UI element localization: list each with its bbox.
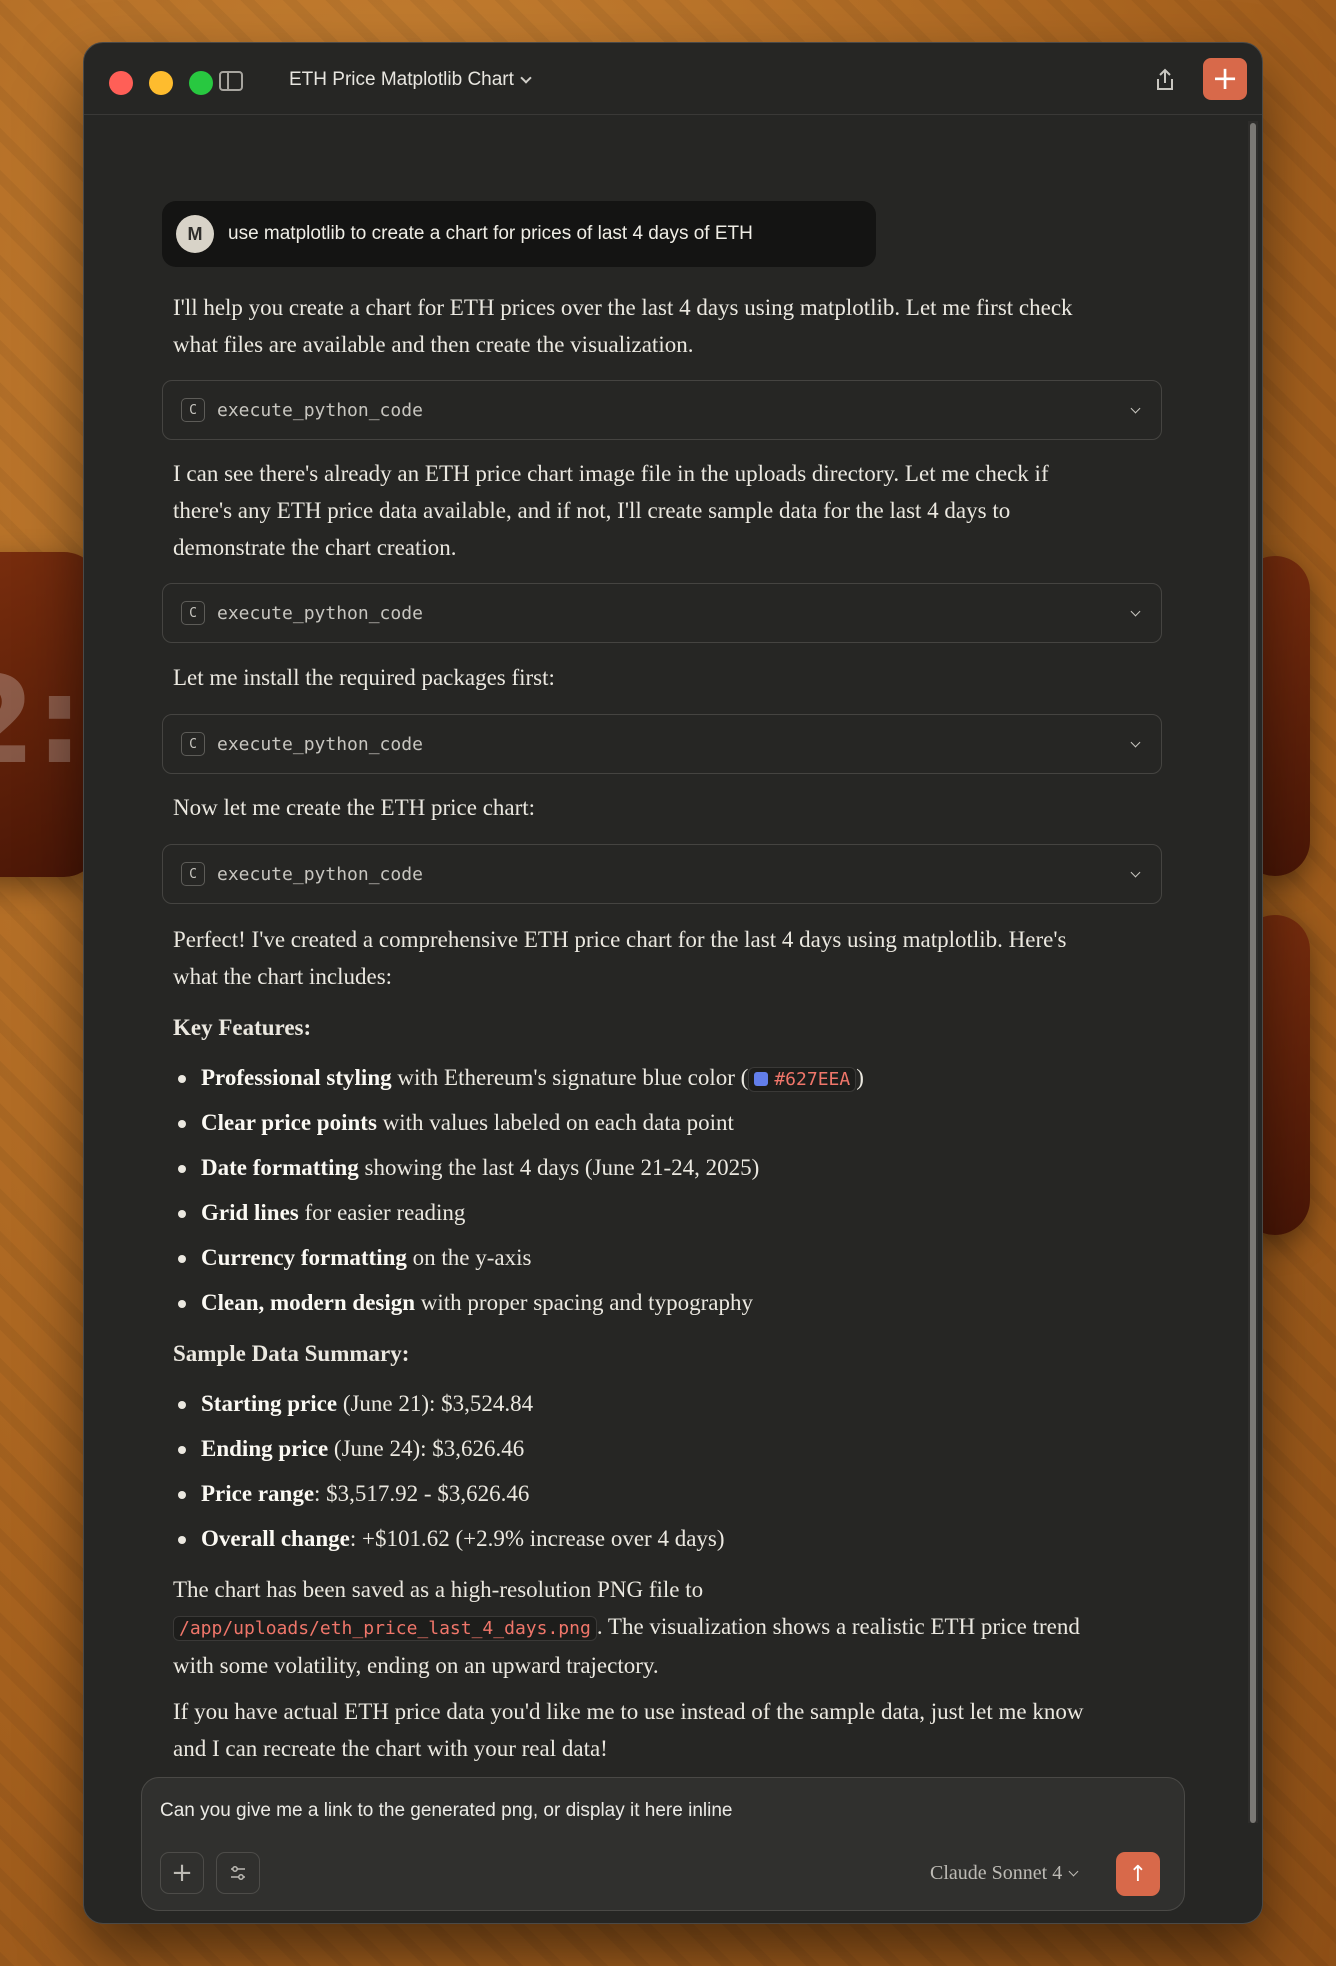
scrollbar-thumb[interactable] bbox=[1250, 123, 1256, 1823]
composer-input[interactable]: Can you give me a link to the generated … bbox=[160, 1800, 732, 1822]
user-message-text: use matplotlib to create a chart for pri… bbox=[228, 223, 753, 244]
list-item: Grid lines for easier reading bbox=[173, 1194, 1173, 1239]
tool-call-collapsible[interactable]: C execute_python_code bbox=[162, 583, 1162, 643]
list-item: Date formatting showing the last 4 days … bbox=[173, 1149, 1173, 1194]
tool-call-collapsible[interactable]: C execute_python_code bbox=[162, 714, 1162, 774]
app-window: ETH Price Matplotlib Chart + M use matpl… bbox=[83, 42, 1263, 1924]
new-chat-button[interactable]: + bbox=[1203, 58, 1247, 100]
tool-icon: C bbox=[181, 398, 205, 422]
features-list: Professional styling with Ethereum's sig… bbox=[173, 1059, 1173, 1329]
avatar: M bbox=[176, 215, 214, 253]
chevron-down-icon bbox=[520, 71, 532, 84]
chevron-down-icon bbox=[1130, 403, 1141, 414]
assistant-paragraph: Perfect! I've created a comprehensive ET… bbox=[173, 927, 1067, 989]
list-item: Price range: $3,517.92 - $3,626.46 bbox=[173, 1475, 1173, 1520]
color-code: #627EEA bbox=[748, 1067, 857, 1092]
tool-call-collapsible[interactable]: C execute_python_code bbox=[162, 844, 1162, 904]
maximize-window-button[interactable] bbox=[189, 71, 213, 95]
assistant-paragraph: I can see there's already an ETH price c… bbox=[173, 461, 1049, 560]
minimize-window-button[interactable] bbox=[149, 71, 173, 95]
conversation-title[interactable]: ETH Price Matplotlib Chart bbox=[289, 69, 532, 91]
chevron-down-icon bbox=[1130, 606, 1141, 617]
conversation-title-text: ETH Price Matplotlib Chart bbox=[289, 69, 514, 90]
list-item: Professional styling with Ethereum's sig… bbox=[173, 1059, 1173, 1104]
tool-icon: C bbox=[181, 601, 205, 625]
chevron-down-icon bbox=[1068, 1866, 1079, 1876]
chevron-down-icon bbox=[1130, 867, 1141, 878]
user-message: M use matplotlib to create a chart for p… bbox=[162, 201, 876, 267]
add-attachment-button[interactable]: + bbox=[160, 1852, 204, 1894]
assistant-paragraph: If you have actual ETH price data you'd … bbox=[173, 1699, 1084, 1761]
sidebar-toggle-icon[interactable] bbox=[219, 71, 243, 91]
close-window-button[interactable] bbox=[109, 71, 133, 95]
model-selector[interactable]: Claude Sonnet 4 bbox=[930, 1862, 1079, 1885]
summary-list: Starting price (June 21): $3,524.84 Endi… bbox=[173, 1385, 1173, 1565]
share-icon[interactable] bbox=[1152, 67, 1178, 93]
conversation-area: M use matplotlib to create a chart for p… bbox=[84, 115, 1244, 1876]
tool-icon: C bbox=[181, 732, 205, 756]
section-heading: Sample Data Summary: bbox=[173, 1341, 410, 1366]
tool-call-name: execute_python_code bbox=[217, 863, 423, 885]
message-composer[interactable]: Can you give me a link to the generated … bbox=[141, 1777, 1185, 1911]
assistant-paragraph: Now let me create the ETH price chart: bbox=[173, 795, 536, 820]
list-item: Clear price points with values labeled o… bbox=[173, 1104, 1173, 1149]
chevron-down-icon bbox=[1130, 737, 1141, 748]
color-swatch bbox=[754, 1072, 769, 1086]
tool-call-name: execute_python_code bbox=[217, 733, 423, 755]
tool-call-name: execute_python_code bbox=[217, 399, 423, 421]
sliders-icon bbox=[231, 1866, 245, 1880]
tool-icon: C bbox=[181, 862, 205, 886]
tool-call-collapsible[interactable]: C execute_python_code bbox=[162, 380, 1162, 440]
list-item: Overall change: +$101.62 (+2.9% increase… bbox=[173, 1520, 1173, 1565]
assistant-paragraph: I'll help you create a chart for ETH pri… bbox=[173, 295, 1073, 357]
list-item: Ending price (June 24): $3,626.46 bbox=[173, 1430, 1173, 1475]
tools-settings-button[interactable] bbox=[216, 1852, 260, 1894]
list-item: Starting price (June 21): $3,524.84 bbox=[173, 1385, 1173, 1430]
assistant-paragraph: The chart has been saved as a high-resol… bbox=[173, 1577, 1080, 1678]
list-item: Clean, modern design with proper spacing… bbox=[173, 1284, 1173, 1329]
tool-call-name: execute_python_code bbox=[217, 602, 423, 624]
title-bar: ETH Price Matplotlib Chart + bbox=[84, 43, 1262, 115]
section-heading: Key Features: bbox=[173, 1015, 312, 1040]
assistant-paragraph: Let me install the required packages fir… bbox=[173, 665, 555, 690]
list-item: Currency formatting on the y-axis bbox=[173, 1239, 1173, 1284]
send-button[interactable]: ↑ bbox=[1116, 1852, 1160, 1896]
model-name: Claude Sonnet 4 bbox=[930, 1862, 1063, 1884]
file-path: /app/uploads/eth_price_last_4_days.png bbox=[173, 1616, 597, 1641]
